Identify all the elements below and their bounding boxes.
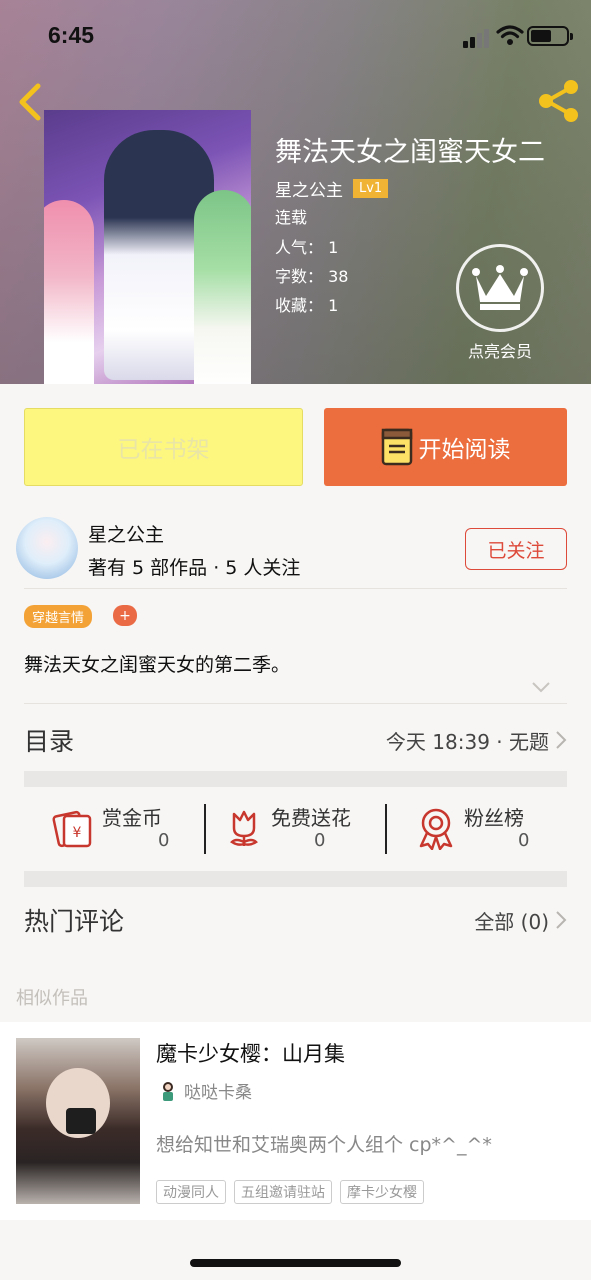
similar-work-cover [16,1038,140,1204]
follow-button[interactable]: 已关注 [465,528,567,570]
reward-coins-value: 0 [158,830,170,851]
book-icon [381,428,412,466]
latest-chapter: 今天 18:39 · 无题 [385,730,549,754]
hot-comments-label: 热门评论 [24,907,125,936]
book-cover[interactable] [44,110,251,384]
send-flower-value: 0 [314,830,326,851]
battery-icon [527,26,573,46]
book-word-count: 字数： 38 [275,267,349,286]
read-label: 开始阅读 [418,437,511,463]
coin-envelope-icon: ¥ [52,810,92,848]
similar-work-tag: 动漫同人 [156,1180,226,1204]
send-flower-button[interactable]: 免费送花 0 [226,800,376,856]
reward-coins-label: 赏金币 [102,806,162,830]
medal-icon [419,808,453,850]
wifi-icon [496,25,524,45]
divider [385,804,387,854]
toc-label: 目录 [24,727,75,756]
similar-work-tag: 摩卡少女樱 [340,1180,424,1204]
author-stats: 著有 5 部作品 · 5 人关注 [88,557,301,579]
author-avatar[interactable] [16,517,78,579]
add-to-shelf-button[interactable]: 已在书架 [24,408,303,486]
book-status: 连载 [275,208,308,227]
fan-ranking-value: 0 [518,830,530,851]
book-popularity: 人气： 1 [275,238,339,257]
follow-label: 已关注 [487,539,545,562]
book-favorites: 收藏： 1 [275,296,339,315]
chevron-down-icon[interactable] [530,680,552,694]
signal-icon [463,29,489,48]
level-badge: Lv1 [353,179,389,198]
status-bar: 6:45 [0,0,591,74]
reward-row: ¥ 赏金币 0 免费送花 0 粉丝榜 0 [24,800,567,856]
book-title: 舞法天女之闺蜜天女二 [275,137,545,168]
chevron-left-icon [19,83,41,121]
add-tag-button[interactable]: + [113,605,137,626]
start-reading-button[interactable]: 开始阅读 [324,408,567,486]
share-button[interactable] [537,78,581,124]
similar-work-author: 哒哒卡桑 [160,1078,252,1103]
book-author: 星之公主 [275,181,343,201]
chevron-right-icon [556,911,567,929]
send-flower-label: 免费送花 [271,806,351,830]
vip-button[interactable]: 点亮会员 [454,244,546,362]
similar-work-tag: 五组邀请驻站 [234,1180,332,1204]
back-button[interactable] [14,80,50,124]
fan-ranking-button[interactable]: 粉丝榜 0 [416,800,566,856]
similar-work-author-name: 哒哒卡桑 [184,1083,252,1103]
cover-art [44,200,94,384]
shelf-label: 已在书架 [117,437,210,463]
similar-works-heading: 相似作品 [16,988,88,1009]
vip-label: 点亮会员 [467,342,532,361]
similar-work-title: 魔卡少女樱：山月集 [156,1042,345,1066]
svg-text:¥: ¥ [73,825,82,841]
fan-ranking-label: 粉丝榜 [464,806,524,830]
author-avatar-icon [163,1081,173,1101]
share-icon [539,80,578,122]
hot-comments-row[interactable]: 热门评论 全部 (0) [24,898,567,944]
section-divider [24,771,567,787]
chevron-right-icon [556,731,567,749]
flower-icon [230,810,258,846]
home-indicator[interactable] [190,1259,401,1267]
cover-art [194,190,251,384]
reward-coins-button[interactable]: ¥ 赏金币 0 [52,800,202,856]
book-description: 舞法天女之闺蜜天女的第二季。 [24,654,291,676]
similar-work-desc: 想给知世和艾瑞奥两个人组个 cp*^_^* [156,1134,492,1156]
book-author-row: 星之公主 Lv1 [275,176,389,201]
vip-badge [456,244,544,332]
similar-work-tags: 动漫同人 五组邀请驻站 摩卡少女樱 [156,1180,424,1204]
all-comments-link: 全部 (0) [474,910,549,934]
genre-tag[interactable]: 穿越言情 [24,605,93,628]
divider [24,588,567,589]
author-name[interactable]: 星之公主 [88,520,164,547]
table-of-contents-row[interactable]: 目录 今天 18:39 · 无题 [24,716,567,762]
similar-work-card[interactable]: 魔卡少女樱：山月集 哒哒卡桑 想给知世和艾瑞奥两个人组个 cp*^_^* 动漫同… [0,1022,591,1220]
divider [204,804,206,854]
crown-icon [472,265,528,310]
divider [24,703,567,704]
section-divider [24,871,567,887]
status-time: 6:45 [48,22,95,48]
